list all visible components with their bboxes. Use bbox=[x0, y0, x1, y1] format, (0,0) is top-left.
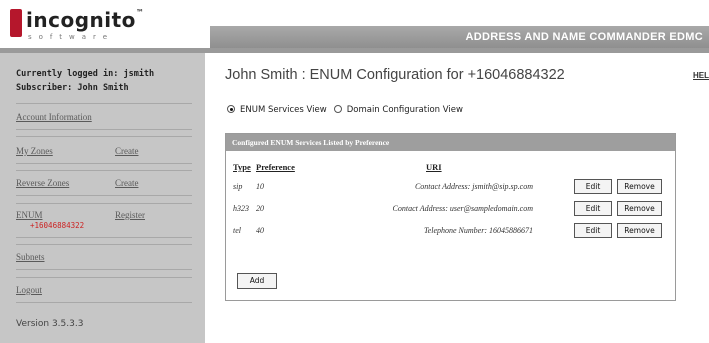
domain-configuration-view-radio[interactable] bbox=[333, 105, 342, 113]
edit-button[interactable]: Edit bbox=[574, 223, 612, 238]
sidebar-divider bbox=[16, 269, 192, 270]
add-button[interactable]: Add bbox=[237, 273, 277, 289]
reverse-zones-create-link[interactable]: Create bbox=[115, 178, 138, 188]
sidebar-item-subnets[interactable]: Subnets bbox=[16, 252, 45, 262]
panel-title: Configured ENUM Services Listed by Prefe… bbox=[226, 134, 675, 151]
enum-services-view-radio[interactable] bbox=[227, 105, 235, 113]
enum-register-link[interactable]: Register bbox=[115, 210, 145, 220]
domain-configuration-view-label[interactable]: Domain Configuration View bbox=[347, 105, 463, 115]
version-label: Version 3.5.3.3 bbox=[16, 319, 84, 329]
main-content: John Smith : ENUM Configuration for +160… bbox=[205, 53, 709, 343]
sidebar-divider bbox=[16, 302, 192, 303]
enum-services-view-label[interactable]: ENUM Services View bbox=[240, 105, 327, 115]
row-uri: Contact Address: jsmith@sip.sp.com bbox=[414, 182, 533, 191]
logo-mark-icon bbox=[10, 9, 22, 37]
sidebar-divider bbox=[16, 203, 192, 204]
view-selector: ENUM Services View Domain Configuration V… bbox=[227, 105, 470, 115]
sidebar-item-reverse-zones[interactable]: Reverse Zones bbox=[16, 178, 69, 188]
column-header-uri: URI bbox=[426, 162, 442, 172]
logo-wordmark: incognito bbox=[26, 8, 136, 32]
login-status: Currently logged in: jsmith Subscriber: … bbox=[16, 67, 154, 95]
page-title: John Smith : ENUM Configuration for +160… bbox=[225, 67, 565, 83]
product-title: ADDRESS AND NAME COMMANDER EDMC bbox=[465, 31, 703, 43]
row-preference: 10 bbox=[256, 182, 264, 191]
enum-services-panel: Configured ENUM Services Listed by Prefe… bbox=[225, 133, 676, 301]
row-preference: 20 bbox=[256, 204, 264, 213]
edit-button[interactable]: Edit bbox=[574, 201, 612, 216]
row-preference: 40 bbox=[256, 226, 264, 235]
logged-in-user: Currently logged in: jsmith bbox=[16, 69, 155, 79]
sidebar-divider bbox=[16, 129, 192, 130]
header: incognito™ software ADDRESS AND NAME COM… bbox=[0, 0, 709, 53]
remove-button[interactable]: Remove bbox=[617, 223, 662, 238]
enum-number-link[interactable]: +16046884322 bbox=[30, 221, 84, 230]
sidebar-divider bbox=[16, 277, 192, 278]
sidebar-item-my-zones[interactable]: My Zones bbox=[16, 146, 53, 156]
sidebar-item-logout[interactable]: Logout bbox=[16, 285, 42, 295]
column-header-type: Type bbox=[233, 162, 251, 172]
row-uri: Contact Address: user@sampledomain.com bbox=[392, 204, 533, 213]
column-header-preference: Preference bbox=[256, 162, 295, 172]
my-zones-create-link[interactable]: Create bbox=[115, 146, 138, 156]
sidebar-item-enum[interactable]: ENUM bbox=[16, 210, 43, 220]
sidebar-divider bbox=[16, 136, 192, 137]
sidebar-divider bbox=[16, 237, 192, 238]
row-type: sip bbox=[233, 182, 243, 191]
sidebar-item-account-information[interactable]: Account Information bbox=[16, 112, 92, 122]
sidebar: Currently logged in: jsmith Subscriber: … bbox=[0, 53, 205, 343]
sidebar-divider bbox=[16, 170, 192, 171]
header-band: ADDRESS AND NAME COMMANDER EDMC bbox=[210, 26, 709, 48]
subscriber-name: Subscriber: John Smith bbox=[16, 83, 129, 93]
logo-subtitle: software bbox=[28, 33, 115, 41]
sidebar-divider bbox=[16, 163, 192, 164]
row-type: h323 bbox=[233, 204, 249, 213]
sidebar-divider bbox=[16, 244, 192, 245]
remove-button[interactable]: Remove bbox=[617, 179, 662, 194]
help-link[interactable]: HEL bbox=[693, 71, 709, 80]
remove-button[interactable]: Remove bbox=[617, 201, 662, 216]
sidebar-divider bbox=[16, 195, 192, 196]
row-uri: Telephone Number: 16045886671 bbox=[423, 226, 533, 235]
edit-button[interactable]: Edit bbox=[574, 179, 612, 194]
sidebar-divider bbox=[16, 103, 192, 104]
row-type: tel bbox=[233, 226, 241, 235]
